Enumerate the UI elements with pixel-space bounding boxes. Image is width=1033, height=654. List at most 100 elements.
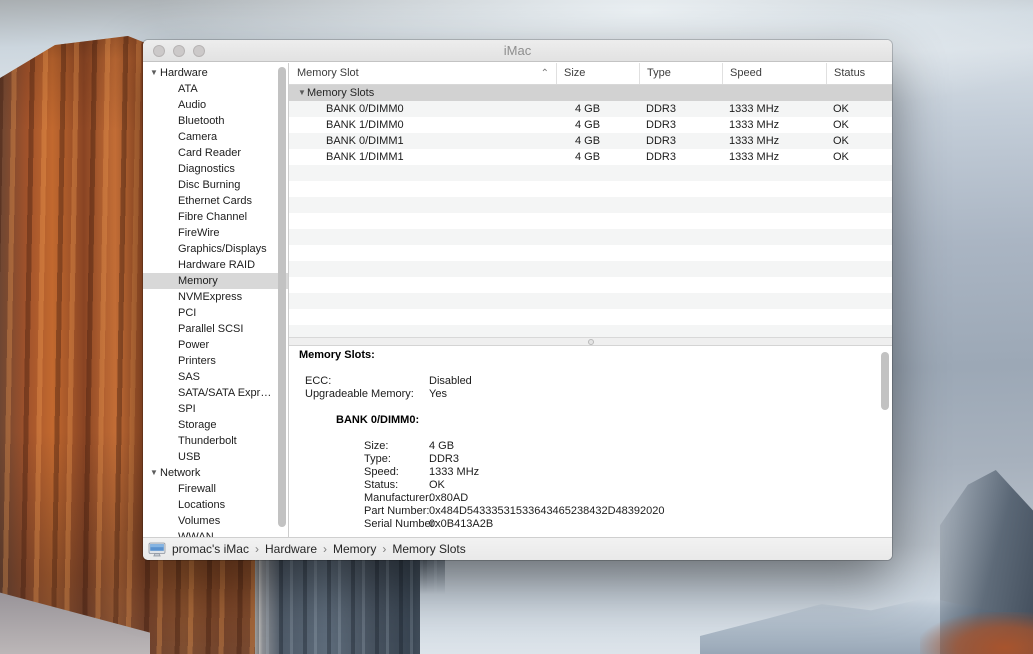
sidebar-item-disc-burning[interactable]: Disc Burning [143,177,288,193]
titlebar[interactable]: iMac [143,40,892,62]
column-header-size[interactable]: Size [556,63,639,84]
detail-label: Speed: [364,466,399,479]
sidebar-item-ethernet-cards[interactable]: Ethernet Cards [143,193,288,209]
sidebar-item-diagnostics[interactable]: Diagnostics [143,161,288,177]
cell-size: 4 GB [556,149,639,165]
sidebar-item-ata[interactable]: ATA [143,81,288,97]
cell-status: OK [826,133,892,149]
breadcrumb-segment[interactable]: promac's iMac [172,542,249,556]
wallpaper-trees [920,612,1033,654]
table-header: Memory Slot⌃SizeTypeSpeedStatus [289,63,892,85]
detail-pane: Memory Slots: ECC:DisabledUpgradeable Mem… [289,346,892,537]
cell-type: DDR3 [639,117,722,133]
sidebar-item-hardware-raid[interactable]: Hardware RAID [143,257,288,273]
detail-line [289,427,892,440]
detail-line: Size:4 GB [289,440,892,453]
table-row[interactable]: BANK 0/DIMM04 GBDDR31333 MHzOK [289,101,892,117]
detail-scrollbar[interactable] [881,352,889,410]
table-row[interactable]: BANK 1/DIMM14 GBDDR31333 MHzOK [289,149,892,165]
cell-speed: 1333 MHz [722,101,826,117]
detail-label: Part Number: [364,505,429,518]
column-header-speed[interactable]: Speed [722,63,826,84]
breadcrumb-separator: › [249,542,265,556]
sidebar-section-label: Network [160,467,200,479]
sidebar-item-usb[interactable]: USB [143,449,288,465]
detail-label: ECC: [305,375,331,388]
sidebar-item-pci[interactable]: PCI [143,305,288,321]
detail-label: Upgradeable Memory: [305,388,414,401]
detail-value: DDR3 [429,453,459,466]
sidebar-item-card-reader[interactable]: Card Reader [143,145,288,161]
sidebar-item-power[interactable]: Power [143,337,288,353]
cell-type: DDR3 [639,133,722,149]
detail-heading: Memory Slots: [299,349,375,362]
sidebar-scrollbar[interactable] [278,67,286,527]
sidebar-item-memory[interactable]: Memory [143,273,288,289]
sidebar-section-network[interactable]: ▼Network [143,465,288,481]
column-header-status[interactable]: Status [826,63,892,84]
sidebar-item-thunderbolt[interactable]: Thunderbolt [143,433,288,449]
table-rows-area: BANK 0/DIMM04 GBDDR31333 MHzOKBANK 1/DIM… [289,101,892,337]
cell-type: DDR3 [639,149,722,165]
sidebar-item-fibre-channel[interactable]: Fibre Channel [143,209,288,225]
cell-size: 4 GB [556,117,639,133]
cell-speed: 1333 MHz [722,149,826,165]
sidebar-item-audio[interactable]: Audio [143,97,288,113]
sidebar-item-locations[interactable]: Locations [143,497,288,513]
sidebar-item-spi[interactable]: SPI [143,401,288,417]
detail-value: Yes [429,388,447,401]
disclosure-triangle-icon[interactable]: ▼ [150,465,160,481]
system-information-window: iMac ▼HardwareATAAudioBluetoothCameraCar… [143,40,892,560]
breadcrumb-segment[interactable]: Memory Slots [392,542,465,556]
column-header-memory-slot[interactable]: Memory Slot⌃ [289,63,556,84]
detail-line: Status:OK [289,479,892,492]
desktop: iMac ▼HardwareATAAudioBluetoothCameraCar… [0,0,1033,654]
cell-slot: BANK 1/DIMM0 [289,117,556,133]
sidebar-item-sata-sata-expr[interactable]: SATA/SATA Expr… [143,385,288,401]
sidebar-item-parallel-scsi[interactable]: Parallel SCSI [143,321,288,337]
cell-status: OK [826,149,892,165]
sidebar-item-camera[interactable]: Camera [143,129,288,145]
sidebar-item-graphics-displays[interactable]: Graphics/Displays [143,241,288,257]
sidebar-item-printers[interactable]: Printers [143,353,288,369]
detail-line: Manufacturer:0x80AD [289,492,892,505]
disclosure-triangle-icon[interactable]: ▼ [150,65,160,81]
detail-line: Speed:1333 MHz [289,466,892,479]
cell-slot: BANK 0/DIMM0 [289,101,556,117]
detail-line: ECC:Disabled [289,375,892,388]
sidebar-item-storage[interactable]: Storage [143,417,288,433]
detail-label: Status: [364,479,398,492]
sidebar-item-sas[interactable]: SAS [143,369,288,385]
detail-label: Manufacturer: [364,492,432,505]
sidebar-item-bluetooth[interactable]: Bluetooth [143,113,288,129]
sidebar-section-hardware[interactable]: ▼Hardware [143,65,288,81]
table-row[interactable]: BANK 1/DIMM04 GBDDR31333 MHzOK [289,117,892,133]
sidebar-item-nvmexpress[interactable]: NVMExpress [143,289,288,305]
sidebar-item-wwan[interactable]: WWAN [143,529,288,537]
detail-label: Size: [364,440,388,453]
table-group-row[interactable]: ▼Memory Slots [289,85,892,101]
table-row[interactable]: BANK 0/DIMM14 GBDDR31333 MHzOK [289,133,892,149]
sidebar-item-volumes[interactable]: Volumes [143,513,288,529]
detail-line: BANK 0/DIMM0: [289,414,892,427]
cell-status: OK [826,117,892,133]
splitter-grab-handle-icon[interactable] [588,339,594,345]
cell-type: DDR3 [639,101,722,117]
detail-line: Upgradeable Memory: Yes [289,388,892,401]
breadcrumb-segment[interactable]: Hardware [265,542,317,556]
column-header-type[interactable]: Type [639,63,722,84]
sort-ascending-icon: ⌃ [541,63,549,84]
cell-speed: 1333 MHz [722,117,826,133]
breadcrumb: promac's iMac›Hardware›Memory›Memory Slo… [172,542,466,556]
main-pane: Memory Slot⌃SizeTypeSpeedStatus ▼Memory … [289,63,892,537]
detail-label: Serial Number: [364,518,437,531]
sidebar: ▼HardwareATAAudioBluetoothCameraCard Rea… [143,63,289,537]
sidebar-item-firewall[interactable]: Firewall [143,481,288,497]
detail-line: Part Number:0x484D5433353153364346523843… [289,505,892,518]
sidebar-item-firewire[interactable]: FireWire [143,225,288,241]
cell-slot: BANK 0/DIMM1 [289,133,556,149]
breadcrumb-segment[interactable]: Memory [333,542,376,556]
pane-splitter[interactable] [289,337,892,346]
cell-speed: 1333 MHz [722,133,826,149]
window-title: iMac [143,40,892,61]
